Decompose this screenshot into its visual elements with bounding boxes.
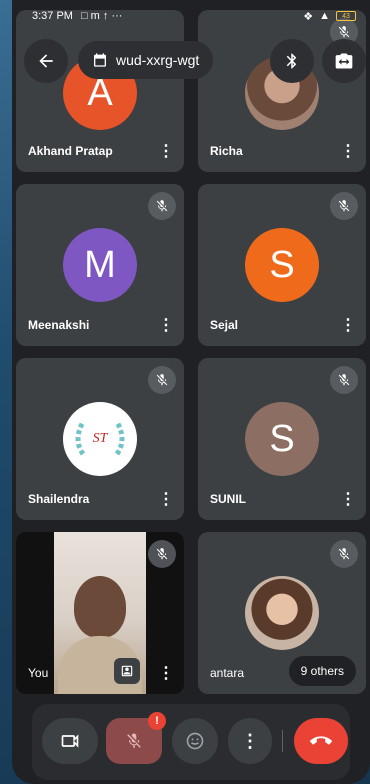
- more-options-icon[interactable]: ⋮: [158, 666, 174, 682]
- more-options-icon[interactable]: ⋮: [158, 492, 174, 508]
- calendar-icon: [94, 53, 106, 67]
- notification-icons: □ m ↑ ···: [80, 10, 123, 22]
- self-view-tile[interactable]: You ⋮: [16, 532, 184, 694]
- avatar: ST: [63, 402, 137, 476]
- status-bar: 3:37 PM □ m ↑ ··· ❖ ▲ 43: [12, 0, 370, 32]
- meet-screen: 3:37 PM □ m ↑ ··· ❖ ▲ 43 wud-xxrg-wgt A …: [12, 0, 370, 784]
- mic-off-icon: [330, 366, 358, 394]
- bluetooth-status-icon: ❖: [303, 10, 314, 23]
- call-controls-bar: ! ⋮: [32, 704, 350, 780]
- participant-tile[interactable]: A Akhand Pratap ⋮: [16, 10, 184, 172]
- smiley-icon: [186, 732, 204, 750]
- portrait-icon: [121, 665, 133, 677]
- reactions-button[interactable]: [172, 718, 218, 764]
- avatar: S: [245, 402, 319, 476]
- participant-tile[interactable]: Richa ⋮: [198, 10, 366, 172]
- participant-tile[interactable]: S SUNIL ⋮: [198, 358, 366, 520]
- mic-alert-badge: !: [148, 712, 166, 730]
- mic-off-icon: [330, 192, 358, 220]
- meeting-info-chip[interactable]: wud-xxrg-wgt: [78, 41, 214, 79]
- mic-off-icon: [127, 733, 141, 748]
- end-call-button[interactable]: [294, 718, 348, 764]
- participant-name: SUNIL: [210, 492, 246, 506]
- participant-name: Shailendra: [28, 492, 90, 506]
- participant-tile[interactable]: antara 9 others: [198, 532, 366, 694]
- mic-off-icon: [148, 192, 176, 220]
- meeting-code: wud-xxrg-wgt: [116, 52, 200, 68]
- participant-name: You: [28, 666, 49, 680]
- controls-divider: [282, 730, 283, 752]
- participant-tile[interactable]: M Meenakshi ⋮: [16, 184, 184, 346]
- signal-icon: ▲: [319, 10, 330, 22]
- hang-up-icon: [310, 736, 332, 745]
- video-camera-icon: [61, 734, 79, 748]
- more-options-button[interactable]: ⋮: [228, 718, 272, 764]
- avatar: [245, 576, 319, 650]
- effects-button[interactable]: [114, 658, 140, 684]
- avatar: S: [245, 228, 319, 302]
- bluetooth-audio-button[interactable]: [270, 39, 314, 83]
- participant-name: Meenakshi: [28, 318, 90, 332]
- participant-name: antara: [210, 666, 245, 680]
- participant-name: Richa: [210, 144, 243, 158]
- participant-name: Akhand Pratap: [28, 144, 113, 158]
- more-options-icon[interactable]: ⋮: [158, 144, 174, 160]
- participant-tile[interactable]: ST Shailendra ⋮: [16, 358, 184, 520]
- bluetooth-icon: [286, 53, 297, 69]
- more-vert-icon: ⋮: [241, 730, 259, 751]
- more-options-icon[interactable]: ⋮: [340, 492, 356, 508]
- mic-off-icon: [330, 540, 358, 568]
- logo-text: ST: [92, 431, 108, 446]
- arrow-left-icon: [39, 54, 53, 68]
- others-count-chip[interactable]: 9 others: [288, 656, 356, 686]
- mic-off-icon: [148, 366, 176, 394]
- status-time: 3:37 PM: [32, 10, 73, 22]
- mic-off-icon: [148, 540, 176, 568]
- more-options-icon[interactable]: ⋮: [340, 318, 356, 334]
- participant-name: Sejal: [210, 318, 239, 332]
- person-silhouette: [74, 576, 126, 638]
- camera-switch-icon: [335, 53, 353, 69]
- microphone-button[interactable]: !: [106, 712, 166, 764]
- call-top-bar: wud-xxrg-wgt: [22, 38, 366, 84]
- camera-button[interactable]: [42, 718, 98, 764]
- more-options-icon[interactable]: ⋮: [158, 318, 174, 334]
- battery-icon: 43: [336, 11, 356, 21]
- avatar: M: [63, 228, 137, 302]
- participant-tile[interactable]: S Sejal ⋮: [198, 184, 366, 346]
- switch-camera-button[interactable]: [322, 39, 366, 83]
- more-options-icon[interactable]: ⋮: [340, 144, 356, 160]
- back-button[interactable]: [24, 39, 68, 83]
